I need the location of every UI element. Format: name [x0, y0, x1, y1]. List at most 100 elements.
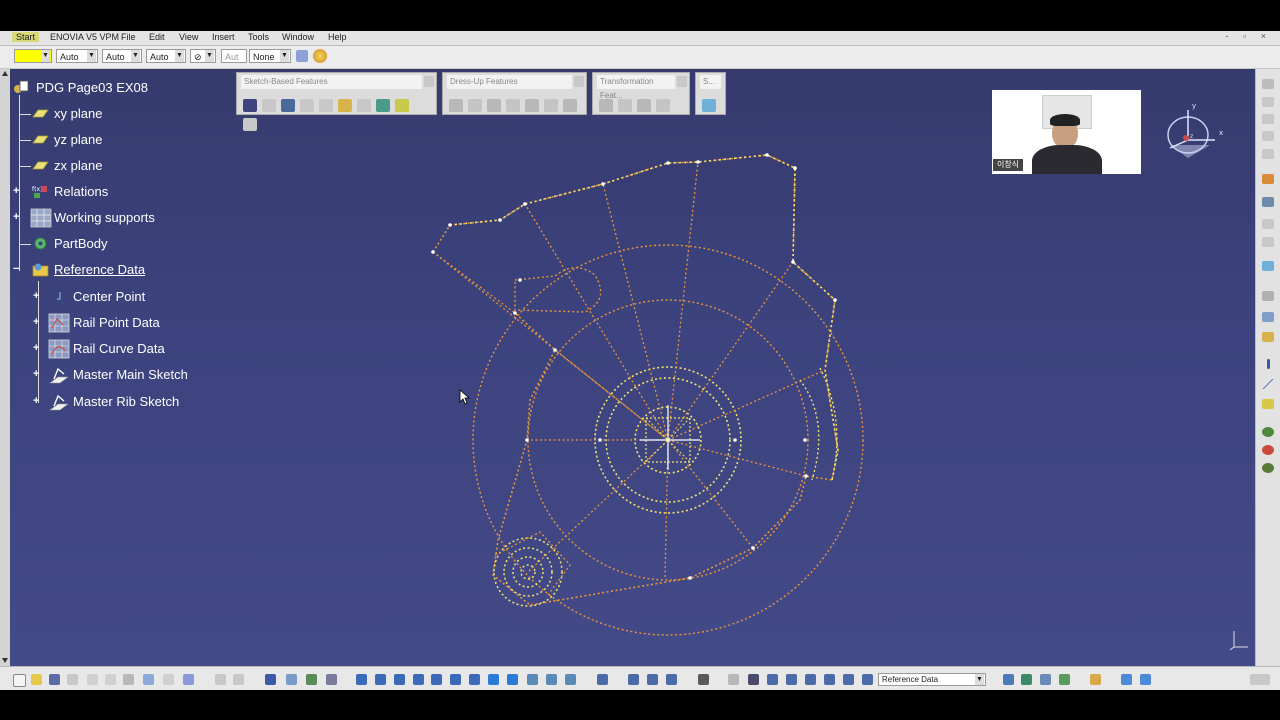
tool-icon[interactable]	[824, 674, 835, 685]
tool-icon[interactable]	[1262, 131, 1274, 141]
shell-icon[interactable]	[506, 99, 520, 112]
tree-item-xy-plane[interactable]: xy plane	[10, 104, 210, 124]
tree-item-working-supports[interactable]: + Working supports	[10, 208, 210, 228]
tool-icon[interactable]	[1262, 237, 1274, 247]
sketch-icon[interactable]	[1262, 197, 1274, 207]
menu-help[interactable]: Help	[328, 32, 347, 42]
sketch-based-features-toolbar[interactable]: Sketch-Based Features	[236, 72, 437, 131]
define-in-work-object-icon[interactable]	[862, 674, 873, 685]
render-style-combo[interactable]: ⊘ ▼	[190, 49, 216, 63]
tree-item-rail-curve-data[interactable]: + Rail Curve Data	[10, 339, 230, 359]
line-icon[interactable]	[1262, 379, 1274, 389]
plane-icon[interactable]	[1262, 399, 1274, 409]
table-icon[interactable]	[265, 674, 276, 685]
pointer-icon[interactable]	[1262, 174, 1274, 184]
tree-item-yz-plane[interactable]: yz plane	[10, 130, 210, 150]
scroll-down-icon[interactable]	[2, 658, 8, 663]
tool-icon[interactable]	[1262, 219, 1274, 229]
open-icon[interactable]	[31, 674, 42, 685]
toolbar-close-button[interactable]	[424, 76, 434, 87]
toolbar-close-button[interactable]	[574, 76, 584, 87]
toolbar-close-button[interactable]	[677, 76, 687, 87]
expand-icon[interactable]: +	[33, 343, 42, 354]
collapse-icon[interactable]: −	[13, 264, 22, 275]
tool-icon[interactable]	[1262, 332, 1274, 342]
layer-combo-disabled[interactable]: Aut	[221, 49, 247, 63]
fill-color-combo[interactable]: ▼	[14, 49, 52, 63]
tool-icon[interactable]	[1262, 312, 1274, 322]
tree-item-master-rib-sketch[interactable]: + Master Rib Sketch	[10, 392, 230, 412]
tool-icon[interactable]	[1140, 674, 1151, 685]
painter-icon[interactable]	[296, 50, 308, 62]
mirror-icon[interactable]	[618, 99, 632, 112]
menu-start[interactable]: Start	[12, 32, 40, 42]
tool-icon[interactable]	[286, 674, 297, 685]
tool-icon[interactable]	[647, 674, 658, 685]
fillet-icon[interactable]	[449, 99, 463, 112]
removed-section-icon[interactable]	[243, 118, 257, 131]
thickness-icon[interactable]	[525, 99, 539, 112]
new-icon[interactable]	[13, 674, 26, 687]
undo-icon[interactable]	[143, 674, 154, 685]
current-body-combo[interactable]: Reference Data ▼	[878, 673, 986, 686]
tool-icon[interactable]	[1262, 149, 1274, 159]
slot-icon[interactable]	[357, 99, 371, 112]
fit-all-icon[interactable]	[375, 674, 386, 685]
tree-item-partbody[interactable]: PartBody	[10, 234, 210, 254]
pocket-icon[interactable]	[262, 99, 276, 112]
sketcher-tool-icon[interactable]	[1262, 79, 1274, 89]
expand-icon[interactable]: +	[13, 212, 22, 223]
tool-icon[interactable]	[1262, 291, 1274, 301]
normal-view-icon[interactable]	[469, 674, 480, 685]
swap-visible-icon[interactable]	[546, 674, 557, 685]
layer-combo[interactable]: None ▼	[249, 49, 291, 63]
tool-icon[interactable]	[748, 674, 759, 685]
line-type-combo[interactable]: Auto ▼	[102, 49, 142, 63]
tool-icon[interactable]	[565, 674, 576, 685]
menu-enovia[interactable]: ENOVIA V5 VPM	[50, 32, 119, 42]
pan-icon[interactable]	[394, 674, 405, 685]
views-icon[interactable]	[488, 674, 499, 685]
chamfer-icon[interactable]	[468, 99, 482, 112]
tool-icon[interactable]	[306, 674, 317, 685]
remove-face-icon[interactable]	[563, 99, 577, 112]
tool-icon[interactable]	[1121, 674, 1132, 685]
save-icon[interactable]	[49, 674, 60, 685]
cut-icon[interactable]	[87, 674, 98, 685]
compass-widget[interactable]: y x z	[1160, 100, 1230, 165]
pattern-icon[interactable]	[637, 99, 651, 112]
tool-icon[interactable]	[698, 674, 709, 685]
multi-section-icon[interactable]	[395, 99, 409, 112]
tree-item-relations[interactable]: + f(x) Relations	[10, 182, 210, 202]
tool-icon[interactable]	[326, 674, 337, 685]
whats-this-icon[interactable]	[183, 674, 194, 685]
expand-icon[interactable]: +	[33, 396, 42, 407]
formula-icon[interactable]	[215, 674, 226, 685]
menu-view[interactable]: View	[179, 32, 198, 42]
point-icon[interactable]	[1267, 359, 1270, 369]
tree-item-center-point[interactable]: + Center Point	[10, 287, 230, 307]
measure-icon[interactable]	[1262, 427, 1274, 437]
menu-file[interactable]: File	[121, 32, 136, 42]
menu-tools[interactable]: Tools	[248, 32, 269, 42]
format-painter-icon[interactable]	[313, 49, 327, 63]
expand-icon[interactable]: +	[33, 369, 42, 380]
fly-mode-icon[interactable]	[356, 674, 367, 685]
tool-icon[interactable]	[628, 674, 639, 685]
tool-icon[interactable]	[767, 674, 778, 685]
tree-item-zx-plane[interactable]: zx plane	[10, 156, 210, 176]
block-icon[interactable]	[1262, 261, 1274, 271]
knowledge-icon[interactable]	[233, 674, 244, 685]
shaft-icon[interactable]	[281, 99, 295, 112]
zoom-out-icon[interactable]	[450, 674, 461, 685]
expand-icon[interactable]: +	[33, 291, 42, 302]
tree-item-reference-data[interactable]: − Reference Data	[10, 260, 210, 280]
scroll-up-icon[interactable]	[2, 71, 8, 76]
paste-icon[interactable]	[123, 674, 134, 685]
menu-insert[interactable]: Insert	[212, 32, 235, 42]
tool-icon[interactable]	[1040, 674, 1051, 685]
translation-icon[interactable]	[599, 99, 613, 112]
update-icon[interactable]	[597, 674, 608, 685]
zoom-in-icon[interactable]	[431, 674, 442, 685]
stiffener-icon[interactable]	[376, 99, 390, 112]
